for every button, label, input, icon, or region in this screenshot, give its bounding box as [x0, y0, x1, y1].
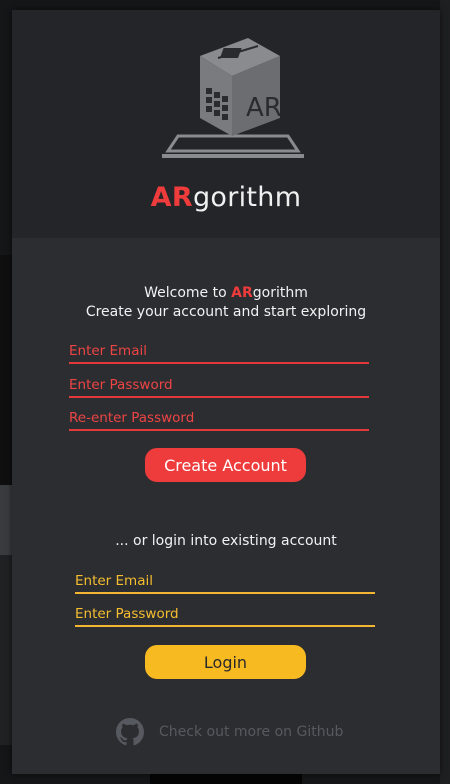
backdrop-panel: [0, 485, 12, 555]
backdrop-bottom-bar: [150, 774, 302, 784]
app-title-accent: AR: [150, 182, 193, 213]
github-link-label: Check out more on Github: [159, 724, 344, 740]
signup-email-field[interactable]: [69, 340, 369, 364]
welcome-prefix: Welcome to: [144, 285, 232, 301]
signup-reenter-password-field[interactable]: [69, 407, 369, 431]
ar-cube-logo-icon: AR: [162, 38, 304, 158]
backdrop-edge: [440, 0, 450, 784]
tagline: Create your account and start exploring: [85, 304, 367, 320]
app-title: ARgorithm: [12, 182, 440, 213]
login-button[interactable]: Login: [145, 645, 306, 679]
github-link[interactable]: Check out more on Github: [116, 716, 343, 748]
svg-text:AR: AR: [246, 93, 282, 123]
login-prompt: ... or login into existing account: [115, 533, 337, 549]
welcome-text: Welcome to ARgorithm Create your account…: [12, 284, 440, 322]
github-icon: [116, 718, 144, 746]
auth-modal: AR ARgorithm Welcome to ARgorithm Create…: [12, 10, 440, 774]
modal-header: AR ARgorithm: [12, 10, 440, 238]
welcome-line: Welcome to ARgorithm: [12, 284, 440, 303]
create-account-button[interactable]: Create Account: [145, 448, 306, 482]
app-title-rest: gorithm: [192, 182, 302, 213]
backdrop-panel: [0, 555, 12, 745]
welcome-accent: AR: [231, 285, 253, 301]
login-password-field[interactable]: [75, 603, 375, 627]
welcome-rest: gorithm: [252, 285, 308, 301]
backdrop-panel: [0, 255, 12, 485]
login-email-field[interactable]: [75, 570, 375, 594]
signup-password-field[interactable]: [69, 374, 369, 398]
